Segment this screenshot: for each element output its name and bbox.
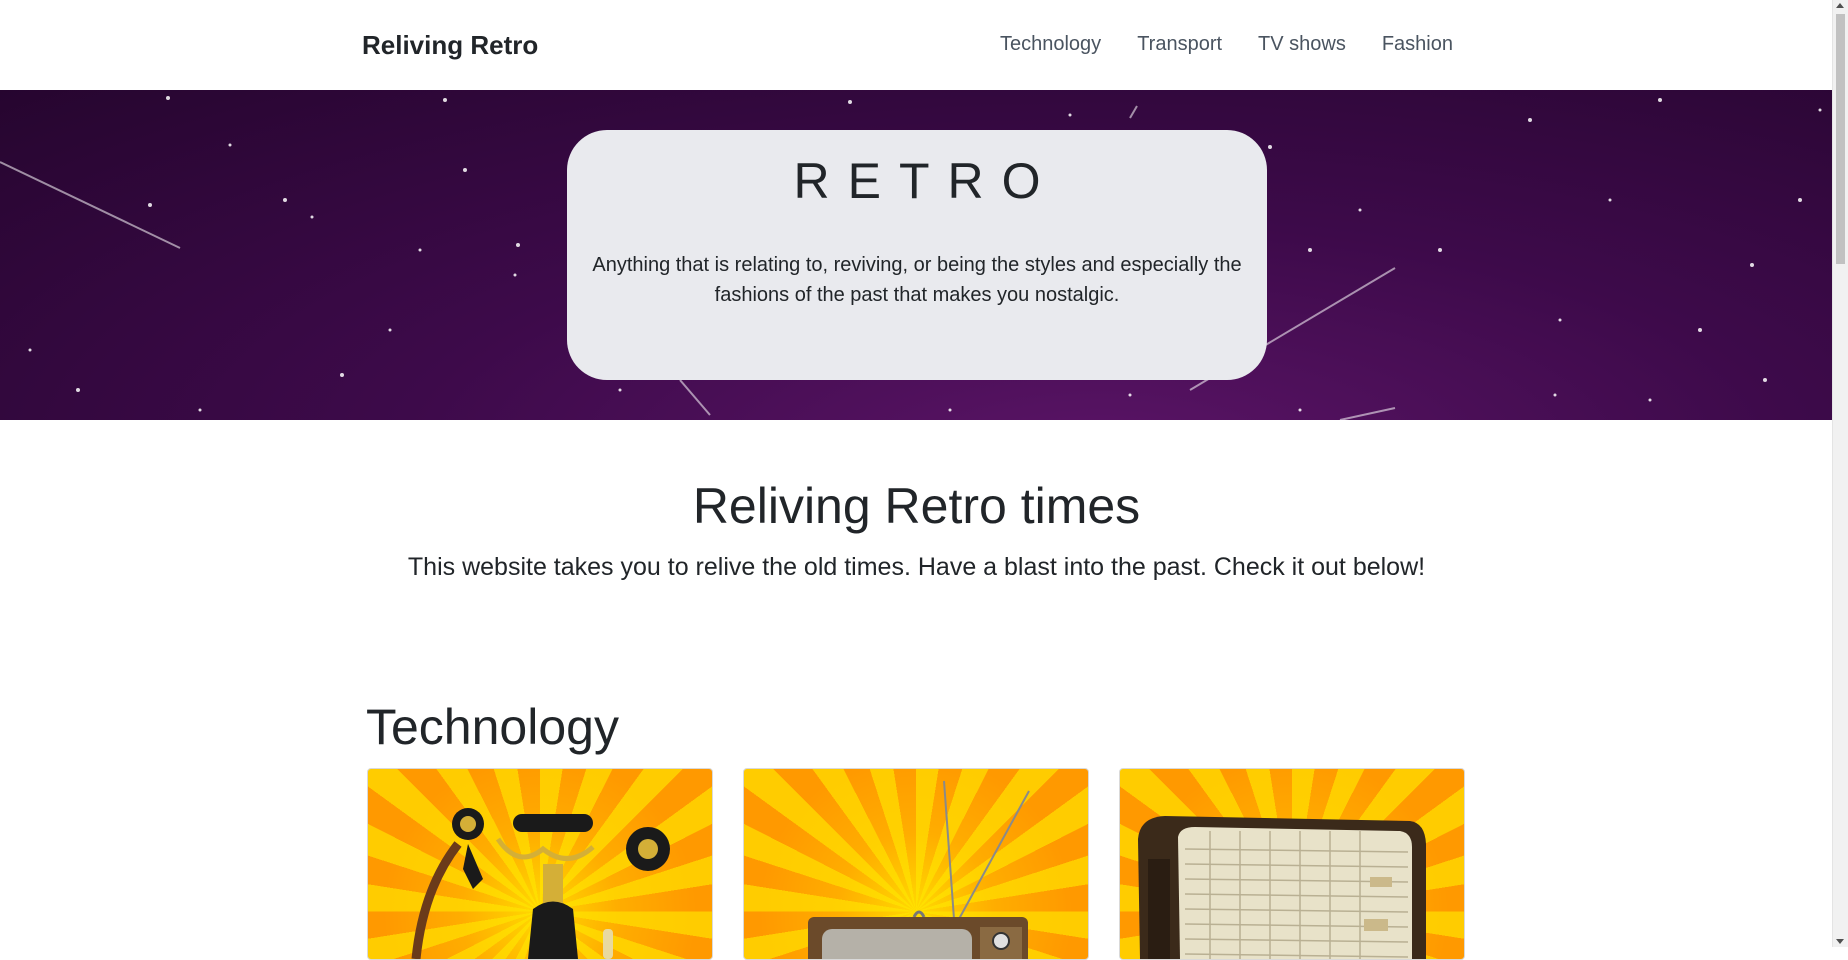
nav-link-tv-shows[interactable]: TV shows — [1258, 33, 1346, 56]
television-image — [808, 780, 1030, 959]
technology-card-radio[interactable] — [1119, 768, 1465, 960]
intro-text: This website takes you to relive the old… — [407, 553, 1426, 581]
hero-description: Anything that is relating to, reviving, … — [592, 254, 1242, 306]
nav-link-fashion[interactable]: Fashion — [1382, 33, 1453, 56]
hero-title: RETRO — [793, 153, 1059, 209]
hero-banner: RETRO Anything that is relating to, revi… — [0, 90, 1833, 420]
brand-link[interactable]: Reliving Retro — [362, 30, 538, 61]
nav-link-transport[interactable]: Transport — [1137, 33, 1222, 56]
page-scrollbar[interactable] — [1832, 0, 1848, 947]
radio-image — [1138, 816, 1426, 959]
intro-title: Reliving Retro times — [692, 478, 1141, 534]
navbar: Reliving Retro Technology Transport TV s… — [0, 0, 1833, 90]
nav-links: Technology Transport TV shows Fashion — [1000, 33, 1453, 56]
hero-card: RETRO Anything that is relating to, revi… — [567, 130, 1267, 380]
section-title-technology: Technology — [366, 699, 619, 755]
telephone-image — [411, 808, 670, 959]
scroll-up-arrow-icon[interactable] — [1836, 3, 1844, 8]
technology-card-telephone[interactable] — [367, 768, 713, 960]
nav-link-technology[interactable]: Technology — [1000, 33, 1101, 56]
scroll-down-arrow-icon[interactable] — [1836, 939, 1844, 944]
technology-card-television[interactable] — [743, 768, 1089, 960]
scrollbar-thumb[interactable] — [1836, 14, 1845, 264]
